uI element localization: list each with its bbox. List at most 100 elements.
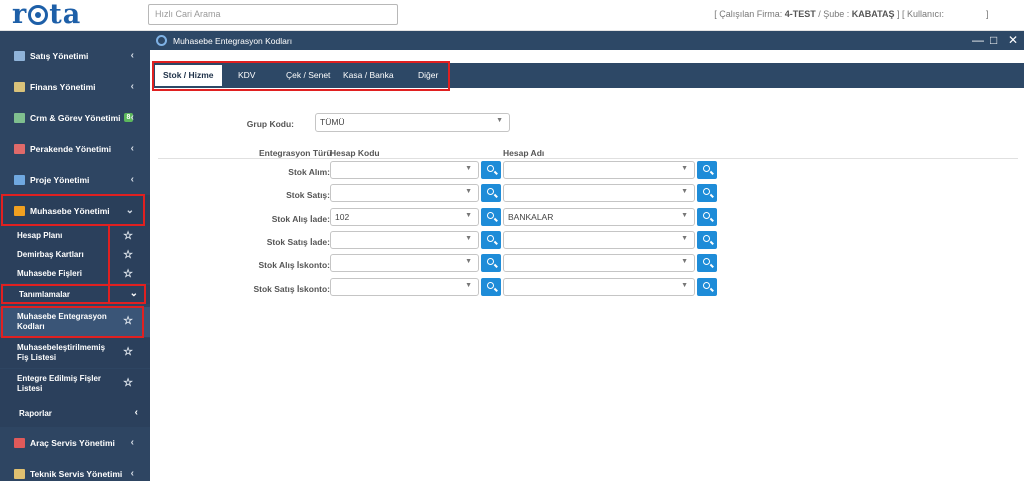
stock-sales-code-search-button[interactable] — [481, 184, 501, 202]
dropdown-arrow-icon: ▼ — [465, 188, 472, 195]
bank-icon — [14, 81, 25, 92]
chevron-left-icon: ‹ — [130, 81, 134, 92]
sidebar-item-technical-service[interactable]: Teknik Servis Yönetimi ‹ — [0, 458, 150, 481]
window-icon — [156, 35, 167, 46]
stock-purchase-return-code-search-button[interactable] — [481, 208, 501, 226]
star-icon[interactable]: ☆ — [123, 267, 133, 280]
chevron-left-icon: ‹ — [130, 112, 134, 123]
star-icon[interactable]: ☆ — [123, 229, 133, 242]
search-icon — [487, 258, 494, 265]
stock-purchase-return-code-select[interactable]: 102 ▼ — [330, 208, 479, 226]
search-icon — [703, 165, 710, 172]
sidebar-item-finance[interactable]: Finans Yönetimi ‹ — [0, 71, 150, 102]
sidebar-sub-account-plan[interactable]: Hesap Planı ☆ — [0, 226, 150, 245]
search-icon — [703, 235, 710, 242]
dropdown-arrow-icon: ▼ — [681, 212, 688, 219]
stock-sales-name-search-button[interactable] — [697, 184, 717, 202]
stock-purchase-return-name-select[interactable]: BANKALAR ▼ — [503, 208, 695, 226]
maximize-icon[interactable]: □ — [990, 34, 997, 46]
sidebar-sub-accounting-vouchers[interactable]: Muhasebe Fişleri ☆ — [0, 264, 150, 283]
highlight-accounting — [1, 194, 145, 226]
sidebar-item-project[interactable]: Proje Yönetimi ‹ — [0, 164, 150, 195]
header-divider — [158, 158, 1018, 159]
dropdown-arrow-icon: ▼ — [681, 165, 688, 172]
search-icon — [703, 212, 710, 219]
list-icon — [14, 112, 25, 123]
chevron-left-icon: ‹ — [130, 50, 134, 61]
group-code-select[interactable]: TÜMÜ ▼ — [315, 113, 510, 132]
stock-sales-code-select[interactable]: ▼ — [330, 184, 479, 202]
integration-codes-window: Muhasebe Entegrasyon Kodları — □ ✕ Stok … — [150, 31, 1024, 481]
stock-sales-discount-code-select[interactable]: ▼ — [330, 278, 479, 296]
search-icon — [703, 188, 710, 195]
dropdown-arrow-icon: ▼ — [681, 188, 688, 195]
stock-sales-name-select[interactable]: ▼ — [503, 184, 695, 202]
stock-sales-return-name-select[interactable]: ▼ — [503, 231, 695, 249]
dropdown-arrow-icon: ▼ — [681, 282, 688, 289]
sidebar-item-vehicle-service[interactable]: Araç Servis Yönetimi ‹ — [0, 427, 150, 458]
highlight-definitions — [1, 284, 146, 304]
tools-icon — [14, 468, 25, 479]
stock-purchase-discount-code-search-button[interactable] — [481, 254, 501, 272]
dropdown-arrow-icon: ▼ — [465, 212, 472, 219]
sidebar: Satış Yönetimi ‹ Finans Yönetimi ‹ Crm &… — [0, 31, 150, 481]
sidebar-item-retail[interactable]: Perakende Yönetimi ‹ — [0, 133, 150, 164]
stock-purchase-name-select[interactable]: ▼ — [503, 161, 695, 179]
stock-sales-discount-code-search-button[interactable] — [481, 278, 501, 296]
dropdown-arrow-icon: ▼ — [681, 235, 688, 242]
window-title: Muhasebe Entegrasyon Kodları — [173, 35, 293, 46]
star-icon[interactable]: ☆ — [123, 378, 133, 389]
stock-purchase-discount-name-search-button[interactable] — [697, 254, 717, 272]
stock-sales-discount-name-select[interactable]: ▼ — [503, 278, 695, 296]
chevron-left-icon: ‹ — [130, 437, 134, 448]
close-icon[interactable]: ✕ — [1008, 34, 1018, 46]
stock-purchase-name-search-button[interactable] — [697, 161, 717, 179]
user-info-close: ] — [986, 9, 989, 19]
highlight-integration-codes — [1, 306, 144, 338]
sidebar-sub-fixed-assets[interactable]: Demirbaş Kartları ☆ — [0, 245, 150, 264]
stock-sales-return-name-search-button[interactable] — [697, 231, 717, 249]
dropdown-arrow-icon: ▼ — [465, 235, 472, 242]
search-icon — [487, 212, 494, 219]
search-icon — [487, 188, 494, 195]
minimize-icon[interactable]: — — [972, 34, 984, 46]
search-icon — [487, 282, 494, 289]
stock-purchase-code-select[interactable]: ▼ — [330, 161, 479, 179]
sidebar-sub-unposted-vouchers[interactable]: Muhasebeleştirilmemiş Fiş Listesi ☆ — [0, 338, 150, 368]
top-bar: r ta Hızlı Cari Arama [ Çalışılan Firma: … — [0, 0, 1024, 31]
row-label-stock-sales-discount: Stok Satış İskonto: — [253, 284, 330, 294]
search-icon — [703, 258, 710, 265]
stock-purchase-return-name-search-button[interactable] — [697, 208, 717, 226]
ship-wheel-icon — [28, 5, 49, 25]
stock-purchase-discount-code-select[interactable]: ▼ — [330, 254, 479, 272]
sidebar-group-reports[interactable]: Raporlar ‹ — [0, 399, 150, 427]
search-icon — [487, 235, 494, 242]
search-icon — [487, 165, 494, 172]
column-integration-type: Entegrasyon Türü — [259, 148, 332, 158]
rota-logo[interactable]: r ta — [12, 1, 81, 29]
dropdown-arrow-icon: ▼ — [465, 165, 472, 172]
chevron-left-icon: ‹ — [130, 143, 134, 154]
quick-customer-search-input[interactable]: Hızlı Cari Arama — [148, 4, 398, 25]
sidebar-item-crm[interactable]: Crm & Görev Yönetimi 8 ‹ — [0, 102, 150, 133]
group-code-label: Grup Kodu: — [246, 119, 294, 129]
window-titlebar: Muhasebe Entegrasyon Kodları — [150, 31, 1024, 50]
row-label-stock-purchase-discount: Stok Alış İskonto: — [258, 260, 330, 270]
star-icon[interactable]: ☆ — [123, 248, 133, 261]
stock-purchase-code-search-button[interactable] — [481, 161, 501, 179]
dropdown-arrow-icon: ▼ — [465, 258, 472, 265]
sidebar-item-sales[interactable]: Satış Yönetimi ‹ — [0, 40, 150, 71]
user-info: [ Çalışılan Firma: 4-TEST / Şube : KABAT… — [714, 9, 944, 19]
stock-purchase-discount-name-select[interactable]: ▼ — [503, 254, 695, 272]
chevron-left-icon: ‹ — [130, 174, 134, 185]
stock-sales-discount-name-search-button[interactable] — [697, 278, 717, 296]
stock-sales-return-code-search-button[interactable] — [481, 231, 501, 249]
star-icon[interactable]: ☆ — [123, 347, 133, 358]
column-account-name: Hesap Adı — [503, 148, 545, 158]
folder-icon — [14, 174, 25, 185]
sidebar-sub-integrated-vouchers[interactable]: Entegre Edilmiş Fişler Listesi ☆ — [0, 369, 150, 399]
basket-icon — [14, 143, 25, 154]
cart-icon — [14, 50, 25, 61]
highlight-arrow-line — [108, 224, 110, 304]
stock-sales-return-code-select[interactable]: ▼ — [330, 231, 479, 249]
